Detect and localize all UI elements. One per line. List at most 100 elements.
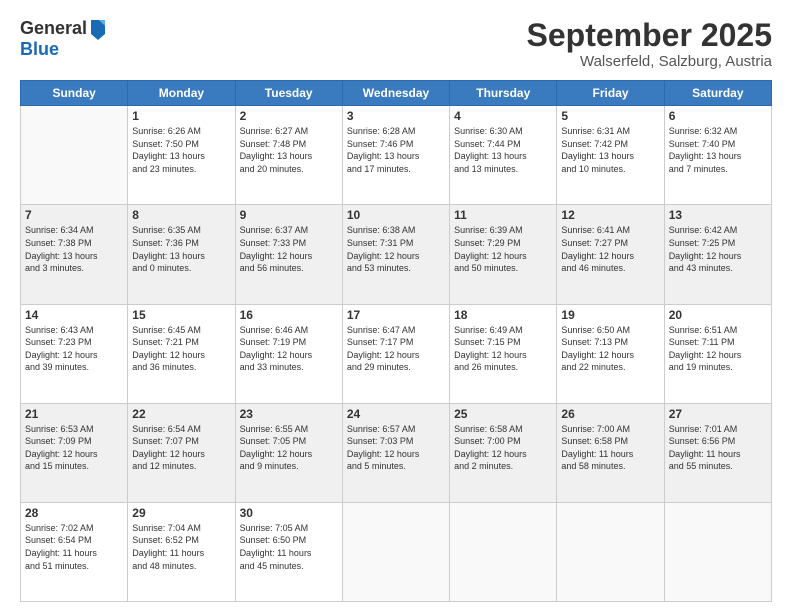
day-number: 28 (25, 506, 123, 520)
day-info: Sunrise: 6:37 AMSunset: 7:33 PMDaylight:… (240, 224, 338, 274)
table-row: 19 Sunrise: 6:50 AMSunset: 7:13 PMDayligh… (557, 304, 664, 403)
table-row: 21 Sunrise: 6:53 AMSunset: 7:09 PMDayligh… (21, 403, 128, 502)
table-row: 8 Sunrise: 6:35 AMSunset: 7:36 PMDaylight… (128, 205, 235, 304)
day-number: 17 (347, 308, 445, 322)
logo-blue: Blue (20, 40, 107, 60)
table-row: 29Sunrise: 7:04 AMSunset: 6:52 PMDayligh… (128, 502, 235, 601)
table-row: 7 Sunrise: 6:34 AMSunset: 7:38 PMDaylight… (21, 205, 128, 304)
day-number: 11 (454, 208, 552, 222)
day-number: 13 (669, 208, 767, 222)
day-number: 16 (240, 308, 338, 322)
day-number: 30 (240, 506, 338, 520)
day-number: 12 (561, 208, 659, 222)
col-monday: Monday (128, 81, 235, 106)
day-number: 1 (132, 109, 230, 123)
day-number: 9 (240, 208, 338, 222)
col-tuesday: Tuesday (235, 81, 342, 106)
day-number: 25 (454, 407, 552, 421)
day-info: Sunrise: 6:41 AMSunset: 7:27 PMDaylight:… (561, 224, 659, 274)
table-row: 9 Sunrise: 6:37 AMSunset: 7:33 PMDaylight… (235, 205, 342, 304)
day-info: Sunrise: 6:50 AMSunset: 7:13 PMDaylight:… (561, 324, 659, 374)
table-row: 15Sunrise: 6:45 AMSunset: 7:21 PMDayligh… (128, 304, 235, 403)
day-info: Sunrise: 6:54 AMSunset: 7:07 PMDaylight:… (132, 423, 230, 473)
day-info: Sunrise: 6:38 AMSunset: 7:31 PMDaylight:… (347, 224, 445, 274)
day-number: 21 (25, 407, 123, 421)
day-info: Sunrise: 6:27 AMSunset: 7:48 PMDaylight:… (240, 125, 338, 175)
day-info: Sunrise: 7:05 AMSunset: 6:50 PMDaylight:… (240, 522, 338, 572)
day-info: Sunrise: 6:30 AMSunset: 7:44 PMDaylight:… (454, 125, 552, 175)
table-row: 14Sunrise: 6:43 AMSunset: 7:23 PMDayligh… (21, 304, 128, 403)
day-info: Sunrise: 6:53 AMSunset: 7:09 PMDaylight:… (25, 423, 123, 473)
calendar-table: Sunday Monday Tuesday Wednesday Thursday… (20, 80, 772, 602)
day-info: Sunrise: 6:57 AMSunset: 7:03 PMDaylight:… (347, 423, 445, 473)
day-info: Sunrise: 6:34 AMSunset: 7:38 PMDaylight:… (25, 224, 123, 274)
day-number: 5 (561, 109, 659, 123)
day-number: 27 (669, 407, 767, 421)
day-info: Sunrise: 6:28 AMSunset: 7:46 PMDaylight:… (347, 125, 445, 175)
calendar-week-row: 1 Sunrise: 6:26 AMSunset: 7:50 PMDaylight… (21, 106, 772, 205)
day-number: 10 (347, 208, 445, 222)
table-row: 16 Sunrise: 6:46 AMSunset: 7:19 PMDayligh… (235, 304, 342, 403)
logo-general: General (20, 19, 87, 39)
day-number: 3 (347, 109, 445, 123)
day-info: Sunrise: 6:26 AMSunset: 7:50 PMDaylight:… (132, 125, 230, 175)
table-row: 11Sunrise: 6:39 AMSunset: 7:29 PMDayligh… (450, 205, 557, 304)
table-row: 23 Sunrise: 6:55 AMSunset: 7:05 PMDayligh… (235, 403, 342, 502)
day-number: 8 (132, 208, 230, 222)
day-info: Sunrise: 6:49 AMSunset: 7:15 PMDaylight:… (454, 324, 552, 374)
day-number: 4 (454, 109, 552, 123)
day-number: 18 (454, 308, 552, 322)
logo-icon (89, 16, 107, 40)
col-wednesday: Wednesday (342, 81, 449, 106)
day-number: 23 (240, 407, 338, 421)
day-number: 26 (561, 407, 659, 421)
table-row: 27Sunrise: 7:01 AMSunset: 6:56 PMDayligh… (664, 403, 771, 502)
day-number: 22 (132, 407, 230, 421)
col-thursday: Thursday (450, 81, 557, 106)
logo-text: General Blue (20, 18, 107, 60)
table-row: 30 Sunrise: 7:05 AMSunset: 6:50 PMDayligh… (235, 502, 342, 601)
table-row: 13 Sunrise: 6:42 AMSunset: 7:25 PMDayligh… (664, 205, 771, 304)
day-info: Sunrise: 7:04 AMSunset: 6:52 PMDaylight:… (132, 522, 230, 572)
table-row: 22 Sunrise: 6:54 AMSunset: 7:07 PMDayligh… (128, 403, 235, 502)
table-row: 4 Sunrise: 6:30 AMSunset: 7:44 PMDaylight… (450, 106, 557, 205)
table-row: 24 Sunrise: 6:57 AMSunset: 7:03 PMDayligh… (342, 403, 449, 502)
day-info: Sunrise: 6:45 AMSunset: 7:21 PMDaylight:… (132, 324, 230, 374)
calendar-week-row: 7 Sunrise: 6:34 AMSunset: 7:38 PMDaylight… (21, 205, 772, 304)
calendar-week-row: 14Sunrise: 6:43 AMSunset: 7:23 PMDayligh… (21, 304, 772, 403)
day-info: Sunrise: 6:55 AMSunset: 7:05 PMDaylight:… (240, 423, 338, 473)
day-number: 6 (669, 109, 767, 123)
table-row: 2 Sunrise: 6:27 AMSunset: 7:48 PMDaylight… (235, 106, 342, 205)
month-title: September 2025 (527, 18, 772, 53)
day-number: 20 (669, 308, 767, 322)
table-row (664, 502, 771, 601)
day-number: 19 (561, 308, 659, 322)
table-row (21, 106, 128, 205)
table-row: 17 Sunrise: 6:47 AMSunset: 7:17 PMDayligh… (342, 304, 449, 403)
table-row (557, 502, 664, 601)
table-row: 3 Sunrise: 6:28 AMSunset: 7:46 PMDaylight… (342, 106, 449, 205)
day-info: Sunrise: 6:46 AMSunset: 7:19 PMDaylight:… (240, 324, 338, 374)
title-block: September 2025 Walserfeld, Salzburg, Aus… (527, 18, 772, 70)
day-info: Sunrise: 6:32 AMSunset: 7:40 PMDaylight:… (669, 125, 767, 175)
table-row (450, 502, 557, 601)
day-info: Sunrise: 7:00 AMSunset: 6:58 PMDaylight:… (561, 423, 659, 473)
day-info: Sunrise: 6:31 AMSunset: 7:42 PMDaylight:… (561, 125, 659, 175)
day-info: Sunrise: 6:47 AMSunset: 7:17 PMDaylight:… (347, 324, 445, 374)
day-info: Sunrise: 6:42 AMSunset: 7:25 PMDaylight:… (669, 224, 767, 274)
day-info: Sunrise: 7:02 AMSunset: 6:54 PMDaylight:… (25, 522, 123, 572)
table-row: 20 Sunrise: 6:51 AMSunset: 7:11 PMDayligh… (664, 304, 771, 403)
table-row: 10 Sunrise: 6:38 AMSunset: 7:31 PMDayligh… (342, 205, 449, 304)
day-number: 24 (347, 407, 445, 421)
day-number: 7 (25, 208, 123, 222)
table-row: 6 Sunrise: 6:32 AMSunset: 7:40 PMDaylight… (664, 106, 771, 205)
table-row: 25Sunrise: 6:58 AMSunset: 7:00 PMDayligh… (450, 403, 557, 502)
table-row: 12 Sunrise: 6:41 AMSunset: 7:27 PMDayligh… (557, 205, 664, 304)
col-sunday: Sunday (21, 81, 128, 106)
day-info: Sunrise: 6:51 AMSunset: 7:11 PMDaylight:… (669, 324, 767, 374)
day-info: Sunrise: 6:35 AMSunset: 7:36 PMDaylight:… (132, 224, 230, 274)
day-number: 2 (240, 109, 338, 123)
calendar-header-row: Sunday Monday Tuesday Wednesday Thursday… (21, 81, 772, 106)
day-number: 14 (25, 308, 123, 322)
logo: General Blue (20, 18, 107, 60)
